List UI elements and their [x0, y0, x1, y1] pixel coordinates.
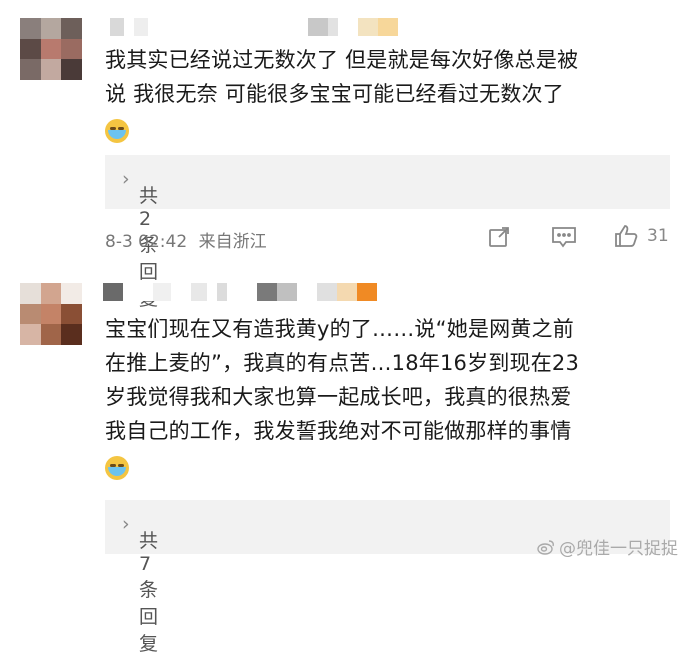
avatar[interactable]	[20, 18, 82, 80]
like-button[interactable]: 31	[613, 223, 669, 249]
comment-icon	[552, 227, 576, 248]
comment-text-line: 在推上麦的”，我真的有点苦…18年16岁到现在23	[105, 351, 580, 375]
crying-face-icon	[105, 119, 129, 143]
watermark: @兜佳一只捉捉	[537, 534, 678, 559]
comment-text-line: 说 我很无奈 可能很多宝宝可能已经看过无数次了	[105, 82, 564, 106]
weibo-logo-icon	[537, 539, 554, 555]
timestamp: 8-3 02:42	[105, 232, 188, 252]
replies-label: 共7条回复	[139, 530, 159, 655]
username-mosaic[interactable]	[103, 283, 377, 301]
username-mosaic[interactable]	[110, 18, 398, 36]
comment-button[interactable]	[551, 225, 577, 249]
chevron-right-icon: ›	[122, 513, 130, 535]
watermark-text: @兜佳一只捉捉	[559, 539, 678, 559]
crying-face-icon	[105, 456, 129, 480]
avatar[interactable]	[20, 283, 82, 345]
comment-text: 宝宝们现在又有造我黄y的了……说“她是网黄之前 在推上麦的”，我真的有点苦…18…	[105, 312, 675, 484]
comment-text: 我其实已经说过无数次了 但是就是每次好像总是被 说 我很无奈 可能很多宝宝可能已…	[105, 43, 675, 147]
comment-text-line: 我其实已经说过无数次了 但是就是每次好像总是被	[105, 48, 579, 72]
comment-text-line: 我自己的工作，我发誓我绝对不可能做那样的事情	[105, 419, 572, 443]
comment-text-line: 宝宝们现在又有造我黄y的了……说“她是网黄之前	[105, 317, 574, 341]
comment-text-line: 岁我觉得我和大家也算一起成长吧，我真的很热爱	[105, 385, 572, 409]
share-button[interactable]	[487, 225, 511, 249]
replies-link[interactable]: 共2条回复 ›	[105, 155, 670, 310]
location: 来自浙江	[198, 232, 267, 252]
share-icon	[489, 227, 509, 247]
like-count: 31	[647, 226, 669, 246]
chevron-right-icon: ›	[122, 168, 130, 190]
comment-meta: 8-3 02:42 来自浙江	[105, 227, 267, 252]
thumbs-up-icon	[615, 225, 638, 247]
